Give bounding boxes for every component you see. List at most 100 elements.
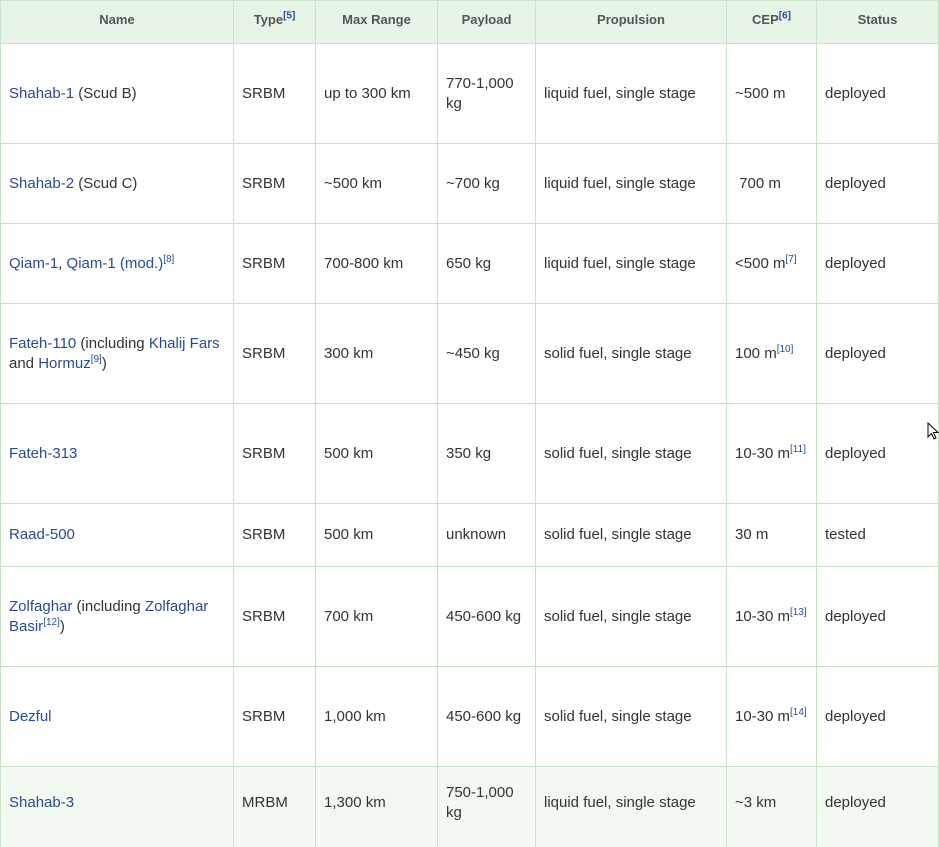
cell-cep: 10-30 m[11] [726, 403, 817, 504]
cell-range: 700-800 km [315, 223, 438, 304]
cell-status: tested [816, 503, 939, 567]
cell-payload: ~450 kg [437, 303, 536, 404]
cell-range: 300 km [315, 303, 438, 404]
cell-type: SRBM [233, 303, 316, 404]
cell-cep: ~3 km [726, 766, 817, 847]
cell-payload: 350 kg [437, 403, 536, 504]
cell-name: Dezful [0, 666, 234, 767]
missile-link[interactable]: Dezful [9, 708, 52, 725]
cell-cep: <500 m[7] [726, 223, 817, 304]
cell-payload: 450-600 kg [437, 566, 536, 667]
header-payload[interactable]: Payload [437, 0, 536, 44]
cell-propulsion: liquid fuel, single stage [535, 143, 727, 224]
cell-range: 500 km [315, 403, 438, 504]
cell-name: Raad-500 [0, 503, 234, 567]
cell-status: deployed [816, 43, 939, 144]
cell-propulsion: solid fuel, single stage [535, 303, 727, 404]
missile-link[interactable]: Raad-500 [9, 526, 75, 543]
missile-link[interactable]: Fateh-110 [9, 335, 76, 352]
cell-range: 1,000 km [315, 666, 438, 767]
cell-payload: 450-600 kg [437, 666, 536, 767]
cell-payload: 650 kg [437, 223, 536, 304]
cell-payload: 770-1,000 kg [437, 43, 536, 144]
cell-range: ~500 km [315, 143, 438, 224]
ref-link[interactable]: [10] [777, 344, 794, 355]
cell-type: SRBM [233, 143, 316, 224]
cell-propulsion: liquid fuel, single stage [535, 223, 727, 304]
cell-cep: ~500 m [726, 43, 817, 144]
missile-link[interactable]: Zolfaghar [9, 598, 72, 615]
cell-type: SRBM [233, 503, 316, 567]
cell-type: SRBM [233, 43, 316, 144]
missile-link[interactable]: Fateh-313 [9, 445, 77, 462]
cell-status: deployed [816, 566, 939, 667]
cell-name: Shahab-3 [0, 766, 234, 847]
table-row: Zolfaghar (including Zolfaghar Basir[12]… [0, 566, 939, 667]
header-max-range[interactable]: Max Range [315, 0, 438, 44]
missile-link[interactable]: Khalij Fars [149, 335, 220, 352]
missile-link[interactable]: Shahab-3 [9, 794, 74, 811]
cell-range: 700 km [315, 566, 438, 667]
missile-link[interactable]: Qiam-1 (mod.) [67, 255, 164, 272]
table-row: Fateh-110 (including Khalij Fars and Hor… [0, 303, 939, 404]
cell-status: deployed [816, 766, 939, 847]
cell-payload: unknown [437, 503, 536, 567]
missile-table: Name Type[5] Max Range Payload Propulsio… [0, 0, 939, 847]
cell-cep: 10-30 m[13] [726, 566, 817, 667]
cell-name: Qiam-1, Qiam-1 (mod.)[8] [0, 223, 234, 304]
cell-status: deployed [816, 223, 939, 304]
cell-type: SRBM [233, 403, 316, 504]
cell-range: 500 km [315, 503, 438, 567]
ref-link[interactable]: [8] [163, 254, 174, 265]
cell-cep: 10-30 m[14] [726, 666, 817, 767]
mouse-pointer-icon [927, 422, 939, 440]
table-row: Qiam-1, Qiam-1 (mod.)[8] SRBM 700-800 km… [0, 223, 939, 304]
cell-status: deployed [816, 303, 939, 404]
cell-range: up to 300 km [315, 43, 438, 144]
cell-payload: 750-1,000 kg [437, 766, 536, 847]
cell-status: deployed [816, 666, 939, 767]
header-type[interactable]: Type[5] [233, 0, 316, 44]
table-row: Dezful SRBM 1,000 km 450-600 kg solid fu… [0, 666, 939, 767]
cell-payload: ~700 kg [437, 143, 536, 224]
header-propulsion[interactable]: Propulsion [535, 0, 727, 44]
missile-link[interactable]: Qiam-1 [9, 255, 58, 272]
cell-cep: 100 m[10] [726, 303, 817, 404]
missile-link[interactable]: Shahab-2 [9, 175, 74, 192]
table-row: Raad-500 SRBM 500 km unknown solid fuel,… [0, 503, 939, 567]
cell-range: 1,300 km [315, 766, 438, 847]
cell-propulsion: solid fuel, single stage [535, 403, 727, 504]
ref-link[interactable]: [5] [283, 11, 295, 22]
header-status[interactable]: Status [816, 0, 939, 44]
cell-type: SRBM [233, 566, 316, 667]
cell-name: Shahab-2 (Scud C) [0, 143, 234, 224]
cell-type: SRBM [233, 223, 316, 304]
header-cep[interactable]: CEP[6] [726, 0, 817, 44]
cell-name: Shahab-1 (Scud B) [0, 43, 234, 144]
table-row: Shahab-3 MRBM 1,300 km 750-1,000 kg liqu… [0, 766, 939, 847]
cell-propulsion: solid fuel, single stage [535, 566, 727, 667]
cell-propulsion: solid fuel, single stage [535, 666, 727, 767]
cell-cep: 30 m [726, 503, 817, 567]
missile-link[interactable]: Hormuz [38, 355, 91, 372]
cell-propulsion: liquid fuel, single stage [535, 43, 727, 144]
cell-cep: 700 m [726, 143, 817, 224]
cell-name: Fateh-110 (including Khalij Fars and Hor… [0, 303, 234, 404]
cell-type: SRBM [233, 666, 316, 767]
table-row: Shahab-1 (Scud B) SRBM up to 300 km 770-… [0, 43, 939, 144]
ref-link[interactable]: [11] [790, 444, 806, 455]
header-name[interactable]: Name [0, 0, 234, 44]
cell-name: Zolfaghar (including Zolfaghar Basir[12]… [0, 566, 234, 667]
ref-link[interactable]: [9] [91, 354, 102, 365]
cell-propulsion: solid fuel, single stage [535, 503, 727, 567]
cell-type: MRBM [233, 766, 316, 847]
ref-link[interactable]: [6] [779, 11, 791, 22]
ref-link[interactable]: [12] [43, 617, 60, 628]
ref-link[interactable]: [7] [785, 254, 796, 265]
cell-propulsion: liquid fuel, single stage [535, 766, 727, 847]
missile-link[interactable]: Shahab-1 [9, 85, 74, 102]
ref-link[interactable]: [13] [790, 607, 807, 618]
ref-link[interactable]: [14] [790, 707, 807, 718]
table-row: Fateh-313 SRBM 500 km 350 kg solid fuel,… [0, 403, 939, 504]
cell-status: deployed [816, 403, 939, 504]
